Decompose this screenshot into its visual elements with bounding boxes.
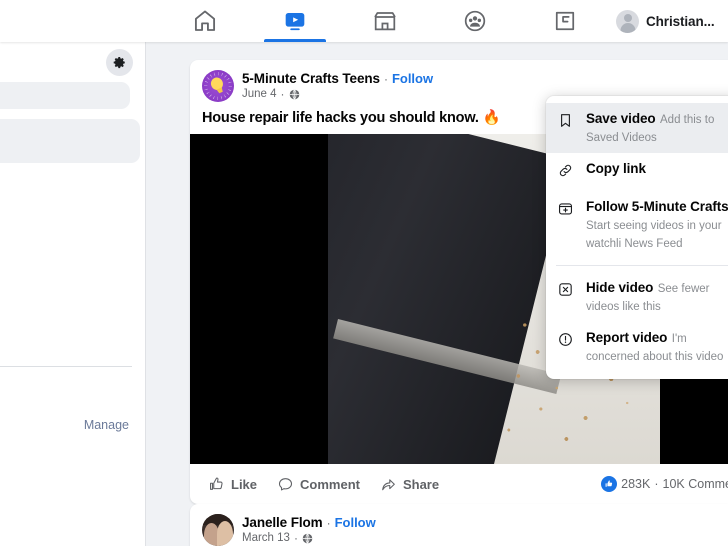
menu-item-title: Save video: [586, 111, 656, 126]
bookmark-icon: [557, 110, 576, 134]
follow-link[interactable]: Follow: [392, 71, 433, 86]
menu-item-copy-link[interactable]: Copy link: [546, 153, 728, 191]
counts-separator: ·: [654, 477, 659, 491]
post-author-name[interactable]: 5-Minute Crafts Teens: [242, 71, 380, 86]
thumbs-up-icon: [210, 477, 223, 490]
globe-icon: [289, 88, 299, 100]
menu-item-text: Save video Add this to Saved Videos: [586, 110, 728, 146]
menu-item-text: Follow 5-Minute Crafts Teen Start seeing…: [586, 198, 728, 252]
lightbulb-avatar[interactable]: [202, 70, 234, 102]
home-icon: [194, 10, 216, 31]
separator-dot: ·: [383, 72, 388, 86]
thumbs-up-filled-icon: [605, 480, 613, 487]
menu-divider: [556, 265, 728, 266]
photo-avatar[interactable]: [202, 514, 234, 546]
globe-icon: [302, 532, 313, 544]
nav-tabs: [160, 0, 610, 42]
menu-item-title: Follow 5-Minute Crafts Teen: [586, 199, 728, 214]
video-options-menu: Save video Add this to Saved Videos Copy…: [546, 96, 728, 379]
exclamation-circle-icon: [557, 329, 576, 353]
nav-tab-marketplace[interactable]: [340, 0, 430, 42]
menu-item-title: Copy link: [586, 161, 646, 176]
gaming-icon: [555, 11, 575, 31]
nav-right-controls: Christian...: [610, 0, 728, 42]
nav-tab-gaming[interactable]: [520, 0, 610, 42]
separator-dot: ·: [280, 87, 285, 101]
facebook-watch-page: Christian... Manage 5-Minute Crafts Teen…: [0, 0, 728, 546]
add-box-icon: [557, 198, 576, 222]
comment-button[interactable]: Comment: [271, 471, 374, 498]
share-label: Share: [402, 476, 440, 492]
video-icon: [285, 12, 305, 31]
store-icon: [374, 12, 396, 31]
avatar: [616, 9, 639, 33]
link-icon: [557, 160, 576, 184]
post-header: Janelle Flom · Follow March 13 ·: [190, 504, 728, 546]
profile-name: Christian...: [646, 13, 715, 29]
post-meta: Janelle Flom · Follow March 13 ·: [242, 514, 716, 545]
sidebar-placeholder-2: [0, 119, 140, 163]
separator-dot: ·: [293, 531, 298, 545]
post-author-line: 5-Minute Crafts Teens · Follow: [242, 71, 716, 86]
sidebar-placeholder-1: [0, 82, 130, 109]
share-button[interactable]: Share: [374, 471, 453, 498]
manage-link[interactable]: Manage: [84, 418, 129, 432]
menu-item-text: Copy link: [586, 160, 646, 178]
settings-button[interactable]: [106, 48, 133, 76]
post-action-bar: Like Comment Share 283K · 10K Comme: [190, 464, 728, 504]
share-arrow-icon: [382, 478, 395, 490]
comment-bubble-icon: [278, 477, 293, 490]
post-date-line: March 13 ·: [242, 531, 716, 545]
menu-item-hide-video[interactable]: Hide video See fewer videos like this: [546, 272, 728, 322]
post-date: June 4: [242, 88, 277, 100]
post-author-line: Janelle Flom · Follow: [242, 515, 716, 530]
sidebar-divider: [0, 366, 132, 367]
reaction-count: 283K: [621, 477, 651, 491]
menu-item-text: Hide video See fewer videos like this: [586, 279, 728, 315]
nav-tab-watch[interactable]: [250, 0, 340, 42]
comment-label: Comment: [300, 476, 360, 492]
like-reaction-icon: [601, 476, 618, 492]
like-button[interactable]: Like: [202, 471, 271, 498]
post-card-janelle: Janelle Flom · Follow March 13 ·: [190, 504, 728, 546]
nav-left-spacer: [0, 0, 160, 42]
post-text-content: House repair life hacks you should know.: [202, 110, 479, 126]
menu-item-subtitle: Start seeing videos in your watchli News…: [586, 220, 722, 250]
menu-item-text: Report video I'm concerned about this vi…: [586, 329, 728, 365]
separator-dot: ·: [326, 516, 331, 530]
groups-icon: [464, 10, 486, 32]
post-author-name[interactable]: Janelle Flom: [242, 515, 323, 530]
fire-emoji: 🔥: [482, 110, 501, 126]
sidebar-settings-row: [0, 42, 145, 82]
menu-item-title: Hide video: [586, 280, 654, 295]
nav-tab-home[interactable]: [160, 0, 250, 42]
post-date: March 13: [242, 532, 290, 544]
post-counts[interactable]: 283K · 10K Comme: [601, 476, 728, 492]
left-sidebar: Manage: [0, 42, 145, 546]
menu-item-follow-page[interactable]: Follow 5-Minute Crafts Teen Start seeing…: [546, 191, 728, 259]
like-label: Like: [231, 476, 258, 492]
comment-count: 10K Comme: [662, 477, 728, 491]
x-box-icon: [557, 279, 576, 303]
top-navigation-bar: Christian...: [0, 0, 728, 42]
menu-item-title: Report video: [586, 330, 668, 345]
nav-tab-groups[interactable]: [430, 0, 520, 42]
avatar-person-2: [217, 521, 233, 546]
profile-button[interactable]: Christian...: [610, 7, 721, 36]
menu-item-save-video[interactable]: Save video Add this to Saved Videos: [546, 103, 728, 153]
menu-item-report-video[interactable]: Report video I'm concerned about this vi…: [546, 322, 728, 372]
follow-link[interactable]: Follow: [335, 515, 376, 530]
gear-icon: [113, 56, 125, 68]
